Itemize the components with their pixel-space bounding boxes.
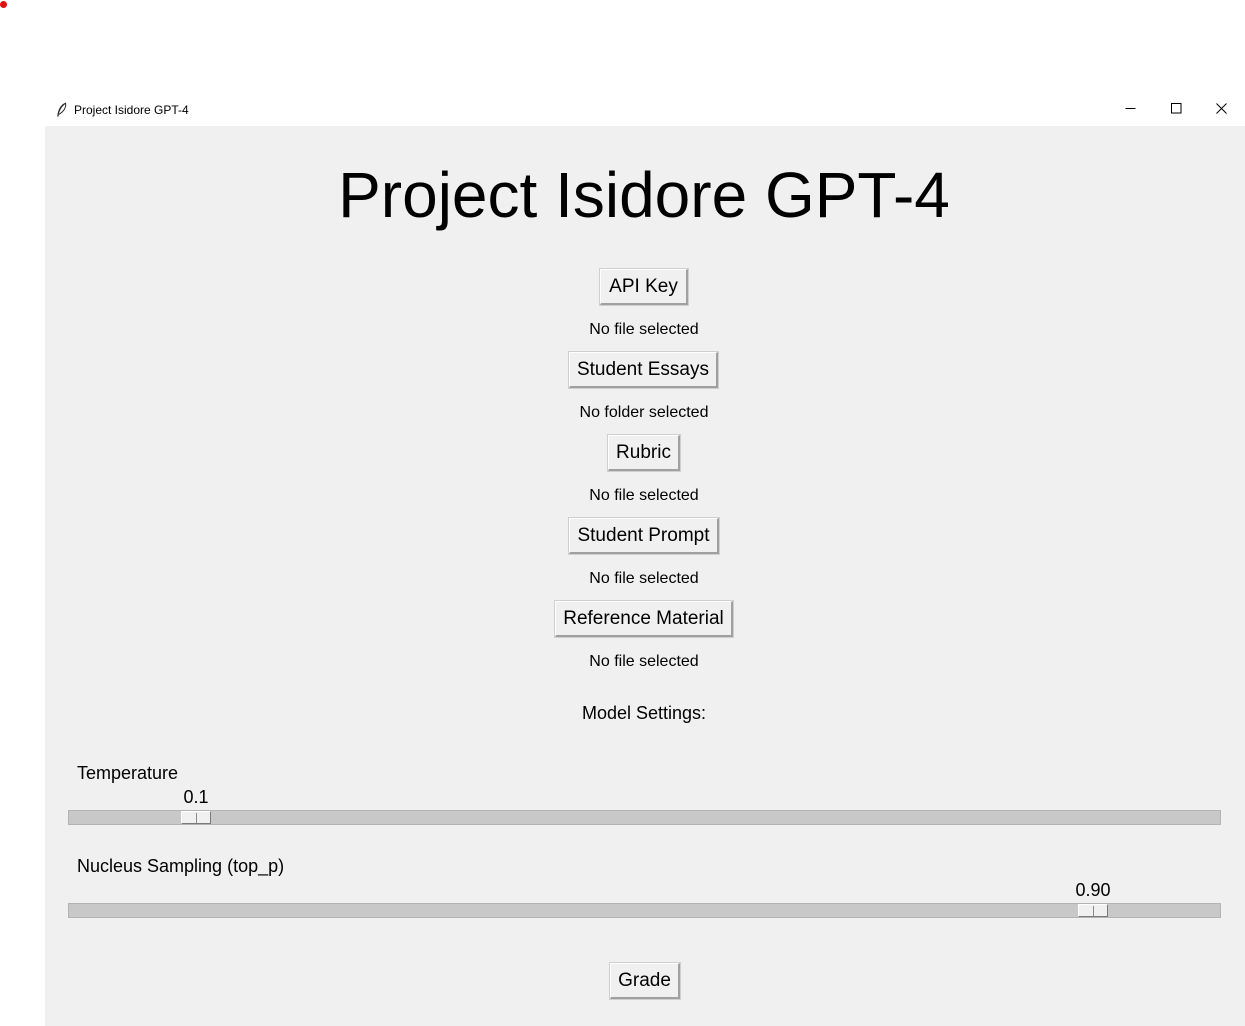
rubric-status: No file selected xyxy=(589,487,699,504)
window-title: Project Isidore GPT-4 xyxy=(74,103,189,117)
feather-icon xyxy=(55,102,67,118)
temperature-slider-handle[interactable] xyxy=(181,811,211,824)
main-content: Project Isidore GPT-4 API Key No file se… xyxy=(45,126,1245,1026)
rubric-button[interactable]: Rubric xyxy=(607,434,681,472)
student-prompt-button[interactable]: Student Prompt xyxy=(568,517,720,555)
minimize-button[interactable] xyxy=(1108,94,1153,126)
top-p-value: 0.90 xyxy=(1075,880,1111,900)
maximize-icon xyxy=(1171,101,1182,119)
temperature-slider[interactable] xyxy=(68,810,1221,825)
red-dot-marker xyxy=(0,1,7,8)
student-essays-button[interactable]: Student Essays xyxy=(568,351,719,389)
title-bar[interactable]: Project Isidore GPT-4 xyxy=(45,94,1245,126)
api-key-button[interactable]: API Key xyxy=(599,268,689,306)
top-p-slider[interactable] xyxy=(68,903,1221,918)
close-icon xyxy=(1216,101,1227,119)
minimize-icon xyxy=(1125,101,1136,119)
api-key-status: No file selected xyxy=(589,321,699,338)
reference-material-button[interactable]: Reference Material xyxy=(554,600,734,638)
temperature-value: 0.1 xyxy=(183,787,209,807)
grade-button[interactable]: Grade xyxy=(609,962,681,1000)
maximize-button[interactable] xyxy=(1154,94,1199,126)
close-button[interactable] xyxy=(1199,94,1244,126)
app-window: Project Isidore GPT-4 Project Isidore GP… xyxy=(45,94,1245,1026)
top-p-label: Nucleus Sampling (top_p) xyxy=(77,856,285,876)
student-essays-status: No folder selected xyxy=(579,404,709,421)
page-title: Project Isidore GPT-4 xyxy=(338,159,950,231)
top-p-slider-handle[interactable] xyxy=(1078,904,1108,917)
model-settings-label: Model Settings: xyxy=(581,703,707,723)
student-prompt-status: No file selected xyxy=(589,570,699,587)
temperature-label: Temperature xyxy=(77,763,179,783)
reference-material-status: No file selected xyxy=(589,653,699,670)
